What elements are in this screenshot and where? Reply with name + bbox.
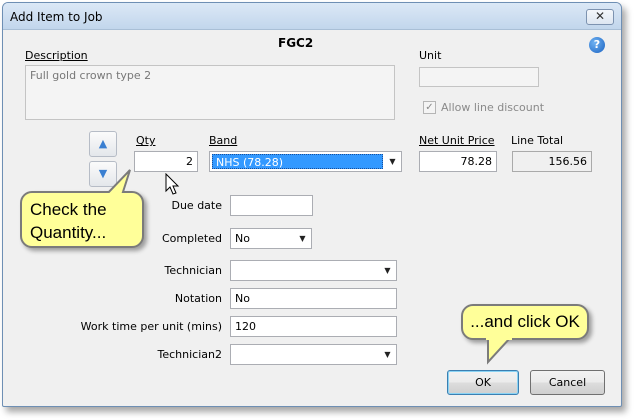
line-total-label: Line Total [511,134,564,147]
band-label: Band [209,134,238,147]
item-code-heading: FGC2 [278,36,314,50]
arrow-up-icon: ▲ [98,137,108,150]
completed-select[interactable]: No ▼ [230,228,312,249]
chevron-down-icon: ▼ [384,350,391,359]
technician2-label: Technician2 [157,348,222,361]
band-select[interactable]: NHS (78.28) ▼ [209,151,402,172]
increase-qty-button[interactable]: ▲ [89,131,117,157]
qty-label: Qty [136,134,156,147]
net-unit-price-input[interactable]: 78.28 [419,151,497,172]
chevron-down-icon: ▼ [389,157,396,166]
cancel-button[interactable]: Cancel [530,370,605,395]
callout-check-quantity-line-2: Quantity... [30,223,107,242]
callout-click-ok: ...and click OK [461,304,589,340]
technician-label: Technician [164,264,222,277]
line-total-field: 156.56 [512,151,592,172]
technician2-select[interactable]: ▼ [230,344,397,365]
work-time-input[interactable]: 120 [230,316,397,337]
allow-line-discount-checkbox[interactable]: ✓ [423,101,436,114]
band-selected-value: NHS (78.28) [212,154,383,169]
work-time-label: Work time per unit (mins) [80,320,222,333]
net-unit-price-label: Net Unit Price [419,134,495,147]
technician-select[interactable]: ▼ [230,260,397,281]
window-title: Add Item to Job [10,10,103,24]
ok-button[interactable]: OK [447,370,519,395]
allow-line-discount-label: Allow line discount [441,101,545,114]
close-button[interactable]: ✕ [586,9,614,25]
title-bar: Add Item to Job ✕ [3,3,621,30]
notation-label: Notation [174,292,222,305]
due-date-input[interactable] [230,195,313,216]
close-icon: ✕ [594,9,606,23]
mouse-pointer-icon [165,173,180,195]
callout-click-ok-pointer [486,336,512,365]
qty-input[interactable]: 2 [134,151,198,172]
checkmark-icon: ✓ [425,102,434,113]
unit-field[interactable] [419,67,539,87]
description-field[interactable]: Full gold crown type 2 [25,65,395,120]
callout-check-quantity-pointer [104,169,131,198]
callout-check-quantity: Check the Quantity... [20,191,144,248]
notation-input[interactable]: No [230,288,397,309]
callout-check-quantity-line-1: Check the [30,200,107,219]
description-label: Description [25,49,88,62]
chevron-down-icon: ▼ [384,266,391,275]
help-icon[interactable]: ? [589,37,605,53]
chevron-down-icon: ▼ [299,234,306,243]
unit-label: Unit [419,49,442,62]
